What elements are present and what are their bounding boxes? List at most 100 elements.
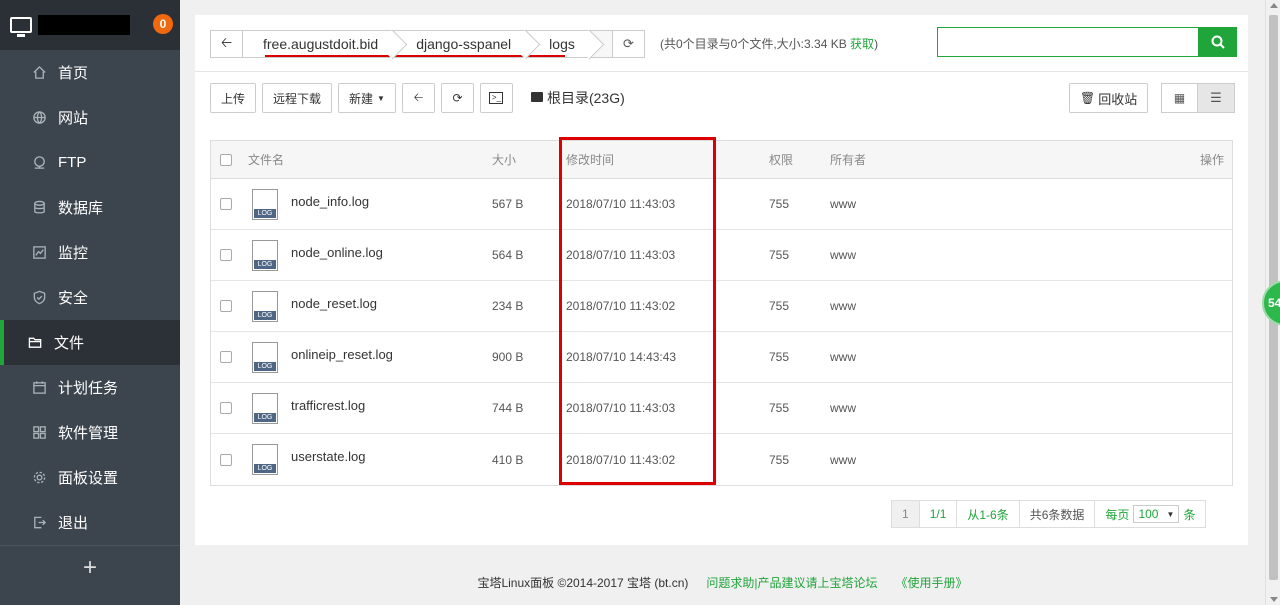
logout-icon <box>30 515 48 531</box>
file-perm[interactable]: 755 <box>769 383 789 433</box>
sidebar-item-logout[interactable]: 退出 <box>0 500 180 545</box>
annotation-underline <box>265 55 565 57</box>
scroll-down-arrow-icon[interactable] <box>1270 597 1278 602</box>
row-checkbox[interactable] <box>220 383 232 433</box>
add-shortcut-button[interactable]: + <box>0 545 180 585</box>
sidebar-item-label: 监控 <box>58 245 89 262</box>
sidebar-item-ftp[interactable]: FTP <box>0 140 180 185</box>
log-file-icon <box>252 179 278 229</box>
toolbar: 上传 远程下载 新建 ▼ 🡠 ⟳ >_ 根目录(23G) <box>210 83 625 113</box>
disk-root[interactable]: 根目录(23G) <box>530 83 625 113</box>
sidebar-item-software[interactable]: 软件管理 <box>0 410 180 455</box>
search-icon <box>1211 35 1225 49</box>
file-perm[interactable]: 755 <box>769 230 789 280</box>
manual-link[interactable]: 《使用手册》 <box>896 574 968 591</box>
sidebar-item-files[interactable]: 文件 <box>0 320 180 365</box>
file-perm[interactable]: 755 <box>769 281 789 331</box>
notification-badge[interactable]: 0 <box>153 14 173 34</box>
file-perm[interactable]: 755 <box>769 332 789 382</box>
ftp-icon <box>30 155 48 171</box>
globe-icon <box>30 110 48 126</box>
table-row[interactable]: node_info.log567 B2018/07/10 11:43:03755… <box>211 179 1232 230</box>
page-current[interactable]: 1 <box>892 501 920 527</box>
file-mtime: 2018/07/10 11:43:02 <box>566 452 676 467</box>
home-icon <box>30 65 48 81</box>
back-arrow-icon[interactable]: 🡠 <box>211 31 243 57</box>
refresh-icon[interactable]: ⟳ <box>613 30 645 58</box>
file-owner[interactable]: www <box>830 383 856 433</box>
file-mtime: 2018/07/10 11:43:03 <box>566 248 676 262</box>
new-dropdown-button[interactable]: 新建 ▼ <box>338 83 396 113</box>
header-mtime[interactable]: 修改时间 <box>566 141 614 178</box>
header-name[interactable]: 文件名 <box>248 141 284 178</box>
sidebar-header: 0 <box>0 0 180 50</box>
back-arrow-icon: 🡠 <box>413 89 424 104</box>
breadcrumb-item[interactable]: free.augustdoit.bid <box>243 31 397 57</box>
file-perm[interactable]: 755 <box>769 434 789 485</box>
row-checkbox[interactable] <box>220 281 232 331</box>
search-button[interactable] <box>1198 27 1237 57</box>
back-button[interactable]: 🡠 <box>401 83 435 113</box>
file-owner[interactable]: www <box>830 179 856 229</box>
shield-icon <box>30 290 48 306</box>
terminal-button[interactable]: >_ <box>479 83 513 113</box>
list-view-button[interactable]: ☰ <box>1198 83 1235 113</box>
header-owner: 所有者 <box>830 153 867 167</box>
help-link[interactable]: 问题求助|产品建议请上宝塔论坛 <box>706 574 877 591</box>
per-page-select[interactable]: 100 ▼ <box>1133 505 1180 523</box>
refresh-button[interactable]: ⟳ <box>440 83 474 113</box>
monitor-icon <box>10 17 32 37</box>
table-row[interactable]: onlineip_reset.log900 B2018/07/10 14:43:… <box>211 332 1232 383</box>
row-checkbox[interactable] <box>220 179 232 229</box>
trash-icon: 🗑 <box>1080 91 1096 105</box>
row-checkbox[interactable] <box>220 332 232 382</box>
file-mtime: 2018/07/10 14:43:43 <box>566 350 677 364</box>
sidebar-item-label: 安全 <box>58 290 89 307</box>
select-all-checkbox[interactable] <box>220 141 232 178</box>
folder-icon <box>26 335 44 351</box>
recycle-bin-button[interactable]: 🗑 回收站 <box>1069 83 1149 113</box>
sidebar-item-label: 网站 <box>58 110 89 127</box>
file-size: 744 B <box>492 401 524 415</box>
row-checkbox[interactable] <box>220 434 232 485</box>
fetch-size-link[interactable]: 获取 <box>850 37 874 51</box>
sidebar-item-home[interactable]: 首页 <box>0 50 180 95</box>
page-range: 从1-6条 <box>957 501 1020 527</box>
path-bar: 🡠 free.augustdoit.bid django-sspanel log… <box>195 15 1248 72</box>
file-size: 410 B <box>492 452 524 467</box>
breadcrumb-item[interactable]: django-sspanel <box>396 31 530 57</box>
sidebar-item-label: 面板设置 <box>58 470 119 487</box>
sidebar-item-security[interactable]: 安全 <box>0 275 180 320</box>
table-header: 文件名 大小 修改时间 权限 所有者 操作 <box>211 141 1232 179</box>
file-owner[interactable]: www <box>830 230 856 280</box>
table-body: node_info.log567 B2018/07/10 11:43:03755… <box>211 179 1232 485</box>
table-row[interactable]: trafficrest.log744 B2018/07/10 11:43:037… <box>211 383 1232 434</box>
remote-download-button[interactable]: 远程下载 <box>262 83 333 113</box>
scroll-up-arrow-icon[interactable] <box>1270 3 1278 8</box>
table-row[interactable]: node_online.log564 B2018/07/10 11:43:037… <box>211 230 1232 281</box>
sidebar-item-cron[interactable]: 计划任务 <box>0 365 180 410</box>
copyright: 宝塔Linux面板 ©2014-2017 宝塔 (bt.cn) <box>477 576 689 590</box>
log-file-icon <box>252 230 278 280</box>
log-file-icon <box>252 281 278 331</box>
sidebar-item-settings[interactable]: 面板设置 <box>0 455 180 500</box>
upload-button[interactable]: 上传 <box>210 83 257 113</box>
header-size[interactable]: 大小 <box>492 141 516 178</box>
monitor-chart-icon <box>30 245 48 261</box>
sidebar-item-database[interactable]: 数据库 <box>0 185 180 230</box>
file-owner[interactable]: www <box>830 332 856 382</box>
table-row[interactable]: node_reset.log234 B2018/07/10 11:43:0275… <box>211 281 1232 332</box>
database-icon <box>30 200 48 216</box>
sidebar-item-website[interactable]: 网站 <box>0 95 180 140</box>
row-checkbox[interactable] <box>220 230 232 280</box>
view-toggle: ▦ ☰ <box>1161 83 1235 113</box>
file-table: 文件名 大小 修改时间 权限 所有者 操作 node_info.log567 B… <box>210 140 1233 486</box>
table-row[interactable]: userstate.log410 B2018/07/10 11:43:02755… <box>211 434 1232 485</box>
file-owner[interactable]: www <box>830 434 856 485</box>
file-perm[interactable]: 755 <box>769 179 789 229</box>
file-owner[interactable]: www <box>830 281 856 331</box>
sidebar-item-monitor[interactable]: 监控 <box>0 230 180 275</box>
search-input[interactable] <box>937 27 1199 57</box>
grid-view-button[interactable]: ▦ <box>1161 83 1198 113</box>
sidebar-menu: 首页 网站 FTP 数据库 监控 安全 文件 计划任务 软件管理 面板设置 退出 <box>0 50 180 545</box>
